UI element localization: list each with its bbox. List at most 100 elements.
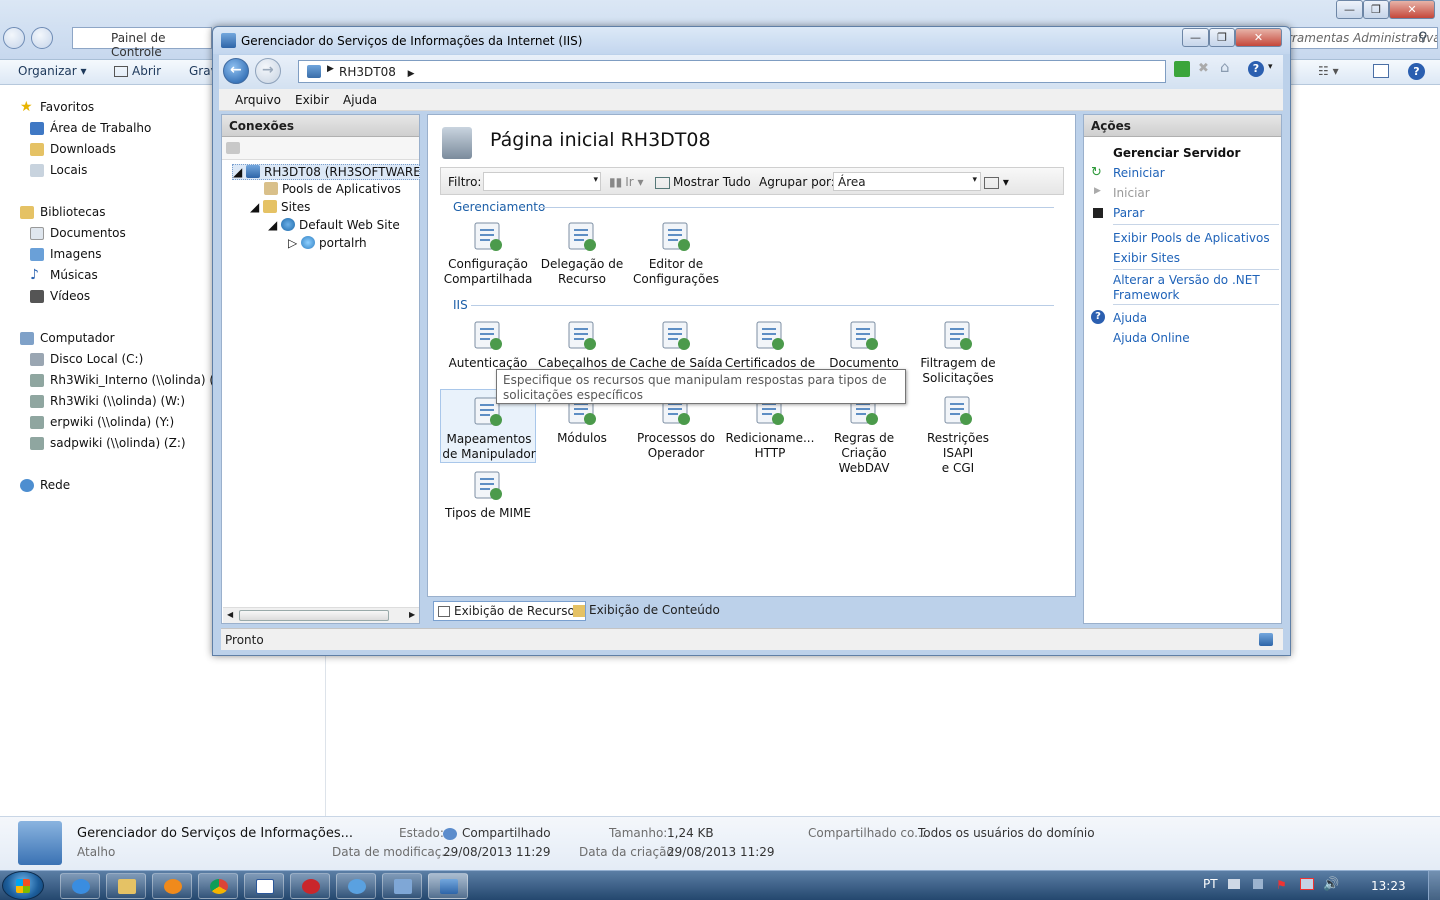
nav-images[interactable]: Imagens (30, 244, 101, 264)
preview-pane-icon[interactable] (1373, 64, 1389, 78)
go-button[interactable]: ▮▮ Ir ▾ (609, 175, 644, 189)
taskbar-word[interactable] (244, 873, 284, 899)
keyboard-icon[interactable] (1228, 879, 1240, 889)
connect-icon[interactable] (226, 142, 240, 154)
taskbar-explorer[interactable] (106, 873, 146, 899)
iis-address-bar[interactable]: ▶ RH3DT08 ▶ (298, 60, 1166, 83)
taskbar-network-app[interactable] (336, 873, 376, 899)
chevron-down-icon[interactable]: ▾ (1268, 62, 1273, 72)
tree-sites[interactable]: ◢ Sites (250, 200, 310, 214)
nav-drive-i[interactable]: Rh3Wiki_Interno (\\olinda) (I:) (30, 370, 226, 390)
stop-icon[interactable]: ✖ (1198, 61, 1214, 77)
tree-default-site[interactable]: ◢ Default Web Site (268, 218, 400, 232)
isapi-cgi-feature[interactable]: Restrições ISAPI e CGI (910, 389, 1006, 475)
explorer-maximize-button[interactable]: ❐ (1363, 0, 1389, 19)
scroll-right-icon[interactable]: ▶ (409, 610, 415, 619)
taskbar-remote-desktop[interactable] (382, 873, 422, 899)
home-icon[interactable]: ⌂ (1220, 58, 1238, 76)
help-action[interactable]: Ajuda (1113, 311, 1147, 326)
filter-input[interactable]: ▾ (483, 172, 601, 191)
shared-config-feature[interactable]: Configuração Compartilhada (440, 215, 536, 289)
mime-types-feature[interactable]: Tipos de MIME (440, 464, 536, 538)
show-desktop-button[interactable] (1428, 871, 1440, 900)
iis-back-button[interactable]: ← (223, 58, 249, 84)
nav-favorites[interactable]: ★ Favoritos (20, 97, 94, 117)
menu-help[interactable]: Ajuda (343, 93, 377, 107)
taskbar-iis-manager[interactable] (428, 873, 468, 899)
nav-drive-w[interactable]: Rh3Wiki (\\olinda) (W:) (30, 391, 185, 411)
tab-features-view[interactable]: Exibição de Recursos (433, 601, 587, 621)
online-help-action[interactable]: Ajuda Online (1113, 331, 1190, 346)
iis-forward-button[interactable]: → (255, 58, 281, 84)
restart-action[interactable]: Reiniciar (1113, 166, 1165, 181)
iis-maximize-button[interactable]: ❐ (1209, 28, 1235, 47)
clock[interactable]: 13:23 (1371, 879, 1406, 893)
start-action[interactable]: Iniciar (1113, 186, 1150, 201)
details-shared-label: Compartilhado co... (808, 826, 926, 840)
feature-label-line2: e CGI (941, 461, 975, 475)
connections-hscrollbar[interactable]: ◀ ▶ (223, 607, 419, 623)
nav-downloads[interactable]: Downloads (30, 139, 116, 159)
language-indicator[interactable]: PT (1203, 877, 1218, 891)
taskbar-ie[interactable] (60, 873, 100, 899)
explorer-forward-button[interactable] (31, 27, 53, 49)
tree-app-pools[interactable]: Pools de Aplicativos (264, 182, 401, 196)
tray-arrow-icon[interactable] (1253, 879, 1263, 889)
explorer-address-bar[interactable]: Painel de Controle (72, 27, 212, 59)
explorer-back-button[interactable] (3, 27, 25, 49)
search-icon[interactable]: ⚲ (1418, 30, 1428, 45)
nav-documents[interactable]: Documentos (30, 223, 126, 243)
tree-server-label: RH3DT08 (RH3SOFTWARE\ric (264, 165, 420, 179)
feature-delegation-feature[interactable]: Delegação de Recurso (534, 215, 630, 289)
nav-libraries[interactable]: Bibliotecas (20, 202, 105, 222)
config-editor-feature[interactable]: Editor de Configurações (628, 215, 724, 289)
go-icon: ▮▮ (609, 175, 623, 189)
scrollbar-thumb[interactable] (239, 610, 389, 621)
explorer-close-button[interactable]: ✕ (1389, 0, 1435, 19)
nav-local-disk[interactable]: Disco Local (C:) (30, 349, 143, 369)
taskbar-chrome[interactable] (198, 873, 238, 899)
organize-button[interactable]: Organizar ▾ (18, 64, 87, 78)
page-title: Página inicial RH3DT08 (490, 129, 711, 151)
scroll-left-icon[interactable]: ◀ (227, 610, 233, 619)
nav-computer[interactable]: Computador (20, 328, 115, 348)
open-button[interactable]: Abrir (114, 64, 161, 78)
nav-drive-z[interactable]: sadpwiki (\\olinda) (Z:) (30, 433, 186, 453)
show-all-button[interactable]: Mostrar Tudo (655, 175, 751, 189)
iis-title-bar: Gerenciador do Serviços de Informações d… (213, 27, 1290, 54)
taskbar-media-player[interactable] (152, 873, 192, 899)
network-status-icon[interactable] (1300, 878, 1314, 890)
refresh-icon[interactable] (1174, 61, 1190, 77)
tree-server[interactable]: ◢ RH3DT08 (RH3SOFTWARE\ric (232, 164, 420, 180)
explorer-minimize-button[interactable]: — (1336, 0, 1363, 19)
nav-drive-y[interactable]: erpwiki (\\olinda) (Y:) (30, 412, 174, 432)
nav-desktop[interactable]: Área de Trabalho (30, 118, 151, 138)
volume-icon[interactable]: 🔊 (1323, 877, 1339, 892)
nav-drive-y-label: erpwiki (\\olinda) (Y:) (50, 415, 175, 429)
request-filtering-feature[interactable]: Filtragem de Solicitações (910, 314, 1006, 388)
start-button[interactable] (2, 871, 44, 900)
tree-portalrh[interactable]: ▷ portalrh (288, 236, 367, 250)
explorer-search-input[interactable]: Pesquisar Ferramentas Administrativas (1290, 27, 1438, 49)
help-icon[interactable]: ? (1408, 63, 1425, 80)
tab-content-view[interactable]: Exibição de Conteúdo (569, 601, 724, 621)
menu-file[interactable]: Arquivo (235, 93, 281, 107)
nav-videos[interactable]: Vídeos (30, 286, 90, 306)
chevron-down-icon: ▾ (593, 175, 598, 185)
view-mode-button[interactable]: ▾ (984, 175, 1009, 189)
action-center-icon[interactable]: ⚑ (1276, 878, 1287, 892)
nav-music[interactable]: ♪ Músicas (30, 265, 98, 285)
change-net-version-action[interactable]: Alterar a Versão do .NET Framework (1113, 273, 1260, 303)
group-by-select[interactable]: Área ▾ (833, 172, 981, 191)
view-app-pools-action[interactable]: Exibir Pools de Aplicativos (1113, 231, 1270, 246)
nav-places[interactable]: Locais (30, 160, 87, 180)
stop-action[interactable]: Parar (1113, 206, 1144, 221)
taskbar-app-c[interactable] (290, 873, 330, 899)
iis-close-button[interactable]: ✕ (1235, 28, 1282, 47)
menu-view[interactable]: Exibir (295, 93, 329, 107)
iis-minimize-button[interactable]: — (1182, 28, 1209, 47)
help-icon[interactable]: ? (1248, 61, 1264, 77)
view-sites-action[interactable]: Exibir Sites (1113, 251, 1180, 266)
view-options-icon[interactable]: ☷ ▾ (1318, 64, 1339, 78)
nav-network[interactable]: Rede (20, 475, 70, 495)
